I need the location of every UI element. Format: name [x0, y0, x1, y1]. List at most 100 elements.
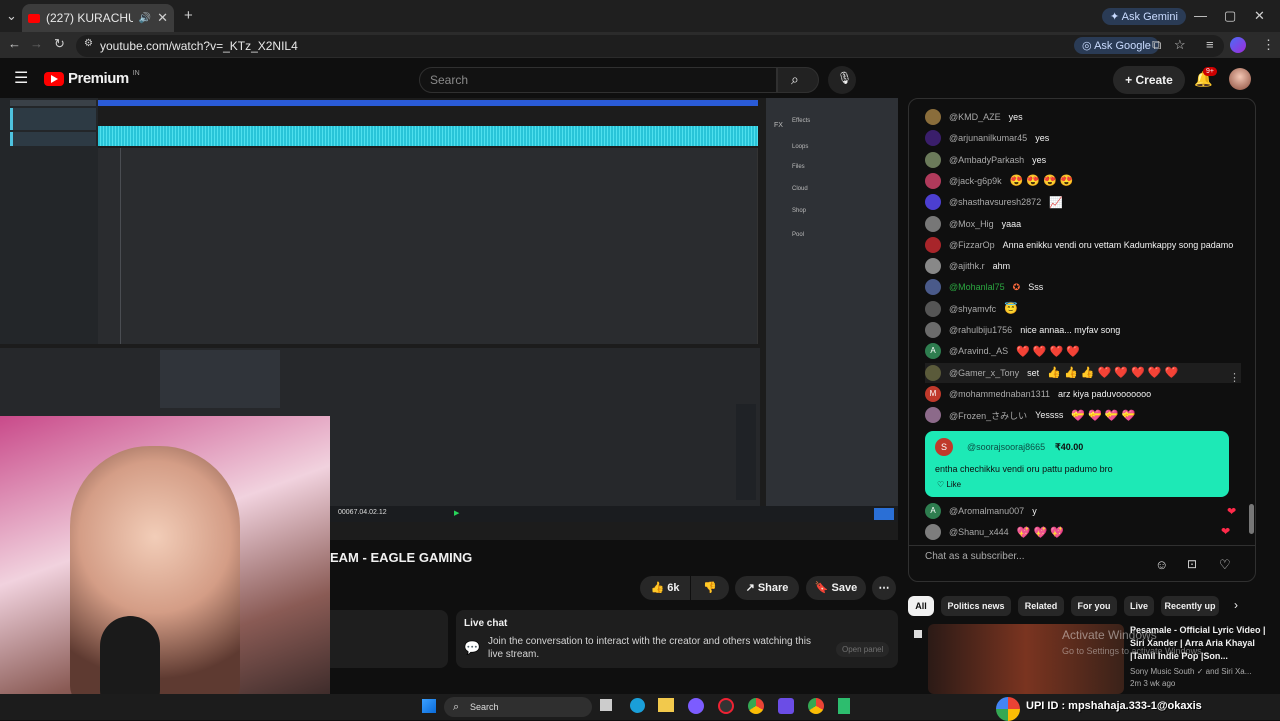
chat-author[interactable]: @KMD_AZE: [949, 112, 1001, 122]
chrome-active-icon[interactable]: [808, 698, 824, 714]
more-actions-button[interactable]: ⋯: [872, 576, 896, 600]
chat-author[interactable]: @Gamer_x_Tony: [949, 368, 1019, 378]
site-info-icon[interactable]: ⚙: [84, 38, 93, 49]
notes-app-icon[interactable]: [838, 698, 850, 714]
chrome-icon[interactable]: [748, 698, 764, 714]
browser-menu-icon[interactable]: ⋮: [1262, 37, 1275, 53]
super-chat-like[interactable]: ♡ Like: [937, 480, 961, 489]
member-badge-icon: ✪: [1012, 281, 1021, 292]
windows-watermark-sub: Go to Settings to activate Windows.: [1062, 646, 1205, 656]
chip-recently-uploaded[interactable]: Recently up: [1161, 596, 1219, 616]
super-chat-icon[interactable]: ⊡: [1187, 557, 1197, 571]
share-button[interactable]: ↗ Share: [735, 576, 799, 600]
daw-transport: 00067.04.02.12 ▶: [330, 506, 898, 522]
ask-google-button[interactable]: ◎ Ask Google: [1074, 37, 1159, 54]
audio-icon[interactable]: 🔊: [139, 13, 151, 24]
bookmark-star-icon[interactable]: ☆: [1174, 37, 1186, 53]
taskbar-search[interactable]: ⌕ Search: [444, 697, 592, 717]
create-button[interactable]: + Create: [1113, 66, 1185, 94]
chat-message: A @Aromalmanu007 y: [925, 501, 1037, 521]
app-icon[interactable]: [778, 698, 794, 714]
heart-button-icon[interactable]: ♡: [1219, 557, 1231, 573]
like-button[interactable]: 👍 6k: [640, 576, 690, 600]
chat-author[interactable]: @arjunanilkumar45: [949, 133, 1027, 143]
chips-next-icon[interactable]: ›: [1234, 598, 1238, 612]
forward-icon[interactable]: →: [30, 36, 43, 51]
hamburger-menu-icon[interactable]: ☰: [14, 68, 28, 88]
heart-reaction-icon: ❤: [1221, 526, 1231, 538]
chat-message: @arjunanilkumar45 yes: [925, 128, 1049, 148]
chip-all[interactable]: All: [908, 596, 934, 616]
chat-avatar: [925, 322, 941, 338]
chat-message: @shasthavsuresh2872 📈: [925, 192, 1063, 212]
chat-author[interactable]: @FizzarOp: [949, 240, 995, 250]
chat-author[interactable]: @shasthavsuresh2872: [949, 197, 1041, 207]
chip-live[interactable]: Live: [1124, 596, 1154, 616]
chat-author[interactable]: @AmbadyParkash: [949, 155, 1024, 165]
new-tab-icon[interactable]: +: [184, 7, 193, 24]
account-avatar[interactable]: [1229, 68, 1251, 90]
ask-gemini-button[interactable]: ✦ Ask Gemini: [1102, 8, 1186, 25]
chat-avatar: A: [925, 503, 941, 519]
super-chat-avatar: S: [935, 438, 953, 456]
chip-politics-news[interactable]: Politics news: [941, 596, 1011, 616]
daw-master-fader: [736, 404, 756, 500]
chip-for-you[interactable]: For you: [1071, 596, 1117, 616]
open-panel-button[interactable]: Open panel: [836, 642, 890, 657]
chat-author[interactable]: @Aromalmanu007: [949, 506, 1024, 516]
chat-author[interactable]: @shyamvfc: [949, 304, 996, 314]
super-chat-text: entha chechikku vendi oru pattu padumo b…: [935, 464, 1113, 474]
browser-tab[interactable]: (227) KURACHU NERAM SA 🔊 ✕: [22, 4, 174, 32]
chat-author[interactable]: @Mohanlal75: [949, 282, 1005, 292]
chat-author[interactable]: @mohammednaban1311: [949, 389, 1050, 399]
scrollbar-thumb[interactable]: [1249, 504, 1254, 534]
discord-icon[interactable]: [688, 698, 704, 714]
emoji-picker-icon[interactable]: ☺: [1155, 557, 1168, 572]
url-field[interactable]: youtube.com/watch?v=_KTz_X2NIL4: [76, 35, 1224, 57]
search-input[interactable]: Search: [419, 67, 777, 93]
obs-icon[interactable]: [718, 698, 734, 714]
chat-input[interactable]: Chat as a subscriber...: [925, 551, 1115, 562]
edge-icon[interactable]: [630, 698, 645, 713]
voice-search-button[interactable]: 🎙: [828, 66, 856, 94]
windows-start-icon[interactable]: [422, 699, 436, 713]
maximize-icon[interactable]: ▢: [1224, 8, 1236, 24]
extensions-icon[interactable]: ≡: [1206, 37, 1214, 52]
chat-author[interactable]: @jack-g6p9k: [949, 176, 1002, 186]
chat-author[interactable]: @ajithk.r: [949, 261, 985, 271]
save-button[interactable]: 🔖 Save: [806, 576, 866, 600]
file-explorer-icon[interactable]: [658, 698, 674, 712]
chat-scrollbar[interactable]: [1248, 98, 1258, 546]
daw-browser-panel: FX Effects Loops Files Cloud Shop Pool: [766, 98, 898, 508]
chat-message: @Frozen_さみしい Yessss 💝 💝 💝 💝: [925, 405, 1135, 425]
task-view-icon[interactable]: [600, 699, 612, 711]
chip-related[interactable]: Related: [1018, 596, 1064, 616]
minimize-icon[interactable]: —: [1194, 8, 1207, 23]
profile-avatar[interactable]: [1230, 37, 1246, 53]
chat-text: yes: [1008, 112, 1023, 122]
install-app-icon[interactable]: ⧉: [1152, 37, 1161, 53]
reload-icon[interactable]: ↻: [54, 36, 65, 52]
checkbox-icon[interactable]: [914, 630, 922, 638]
dislike-button[interactable]: 👎: [691, 576, 729, 600]
tab-list-chevron-icon[interactable]: ⌄: [6, 8, 17, 24]
youtube-logo[interactable]: Premium IN: [44, 70, 140, 87]
description-box[interactable]: [330, 610, 448, 668]
recommended-stats: 2m 3 wk ago: [1130, 679, 1176, 688]
chat-author[interactable]: @rahulbiju1756: [949, 325, 1012, 335]
back-icon[interactable]: ←: [8, 36, 21, 51]
super-chat-like-label: Like: [946, 480, 962, 489]
daw-panel-item: Pool: [792, 232, 805, 238]
close-window-icon[interactable]: ✕: [1254, 8, 1265, 24]
chat-author[interactable]: @Aravind._AS: [949, 346, 1008, 356]
chat-text: yes: [1035, 133, 1050, 144]
youtube-header: ☰ Premium IN Search ⌕ 🎙 + Create 🔔 9+: [0, 58, 1280, 98]
message-menu-icon[interactable]: ⋮: [1229, 371, 1240, 384]
chat-author[interactable]: @Frozen_さみしい: [949, 409, 1027, 422]
chat-author[interactable]: @Mox_Hig: [949, 219, 994, 229]
close-tab-icon[interactable]: ✕: [157, 10, 168, 26]
chat-avatar: [925, 407, 941, 424]
search-button[interactable]: ⌕: [777, 67, 819, 93]
chat-emoji: 📈: [1049, 196, 1063, 209]
chat-author[interactable]: @Shanu_x444: [949, 527, 1009, 537]
